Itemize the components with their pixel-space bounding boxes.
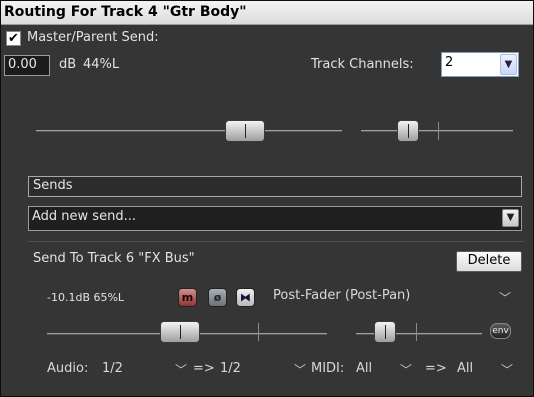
audio-label: Audio: <box>47 361 89 376</box>
audio-arrow: => <box>193 361 215 376</box>
envelope-button[interactable]: env <box>490 323 511 339</box>
send-mode-select[interactable]: Post-Fader (Post-Pan) ﹀ <box>273 288 523 310</box>
routing-window: Routing For Track 4 "Gtr Body" ✔ Master/… <box>0 0 534 397</box>
master-pan-slider-thumb[interactable] <box>397 120 420 142</box>
master-pan-track[interactable] <box>361 130 513 132</box>
midi-source-value: All <box>356 361 373 376</box>
window-title: Routing For Track 4 "Gtr Body" <box>1 1 533 25</box>
audio-dest-value: 1/2 <box>220 361 241 376</box>
master-pan-center-tick <box>438 122 439 140</box>
add-send-select[interactable]: Add new send... ▼ <box>28 206 522 231</box>
track-channels-select[interactable]: 2 ▼ <box>441 52 519 77</box>
chevron-down-icon[interactable]: ▼ <box>502 209 519 227</box>
send-mute-button[interactable]: m <box>178 288 197 307</box>
master-send-label: Master/Parent Send: <box>27 30 159 45</box>
send-volume-unity-tick <box>258 323 259 341</box>
send-volume-slider-thumb[interactable] <box>159 321 200 343</box>
chevron-down-icon[interactable]: ﹀ <box>294 361 306 378</box>
track-channels-label: Track Channels: <box>311 57 414 72</box>
sends-header: Sends <box>28 176 522 197</box>
mono-stereo-icon[interactable]: ⧓ <box>236 288 255 307</box>
master-volume-unit: dB <box>59 57 77 72</box>
chevron-down-icon[interactable]: ▼ <box>500 54 517 75</box>
audio-source-value: 1/2 <box>102 361 123 376</box>
audio-dest-select[interactable]: 1/2 ﹀ <box>220 361 310 378</box>
chevron-down-icon[interactable]: ﹀ <box>175 361 187 378</box>
midi-dest-select[interactable]: All ﹀ <box>457 361 523 378</box>
master-volume-input[interactable]: 0.00 <box>4 55 50 76</box>
track-channels-value: 2 <box>445 55 454 70</box>
master-volume-slider-thumb[interactable] <box>224 120 265 142</box>
midi-label: MIDI: <box>311 361 345 376</box>
midi-arrow: => <box>425 361 447 376</box>
send-mode-value: Post-Fader (Post-Pan) <box>273 288 411 303</box>
midi-dest-value: All <box>457 361 474 376</box>
master-send-checkbox[interactable]: ✔ <box>6 31 21 46</box>
chevron-down-icon[interactable]: ﹀ <box>400 361 412 378</box>
send-pan-center-tick <box>416 323 417 341</box>
audio-source-select[interactable]: 1/2 ﹀ <box>102 361 192 378</box>
chevron-down-icon[interactable]: ﹀ <box>499 289 511 306</box>
delete-send-button[interactable]: Delete <box>456 251 522 272</box>
send-title: Send To Track 6 "FX Bus" <box>33 251 195 266</box>
master-pan-readout: 44%L <box>83 57 120 72</box>
phase-invert-icon[interactable]: ø <box>208 288 227 307</box>
midi-source-select[interactable]: All ﹀ <box>356 361 416 378</box>
add-send-placeholder: Add new send... <box>32 209 136 224</box>
master-volume-track[interactable] <box>36 130 342 132</box>
chevron-down-icon[interactable]: ﹀ <box>501 361 513 378</box>
send-level-readout: -10.1dB 65%L <box>47 291 125 304</box>
send-pan-slider-thumb[interactable] <box>373 321 396 343</box>
